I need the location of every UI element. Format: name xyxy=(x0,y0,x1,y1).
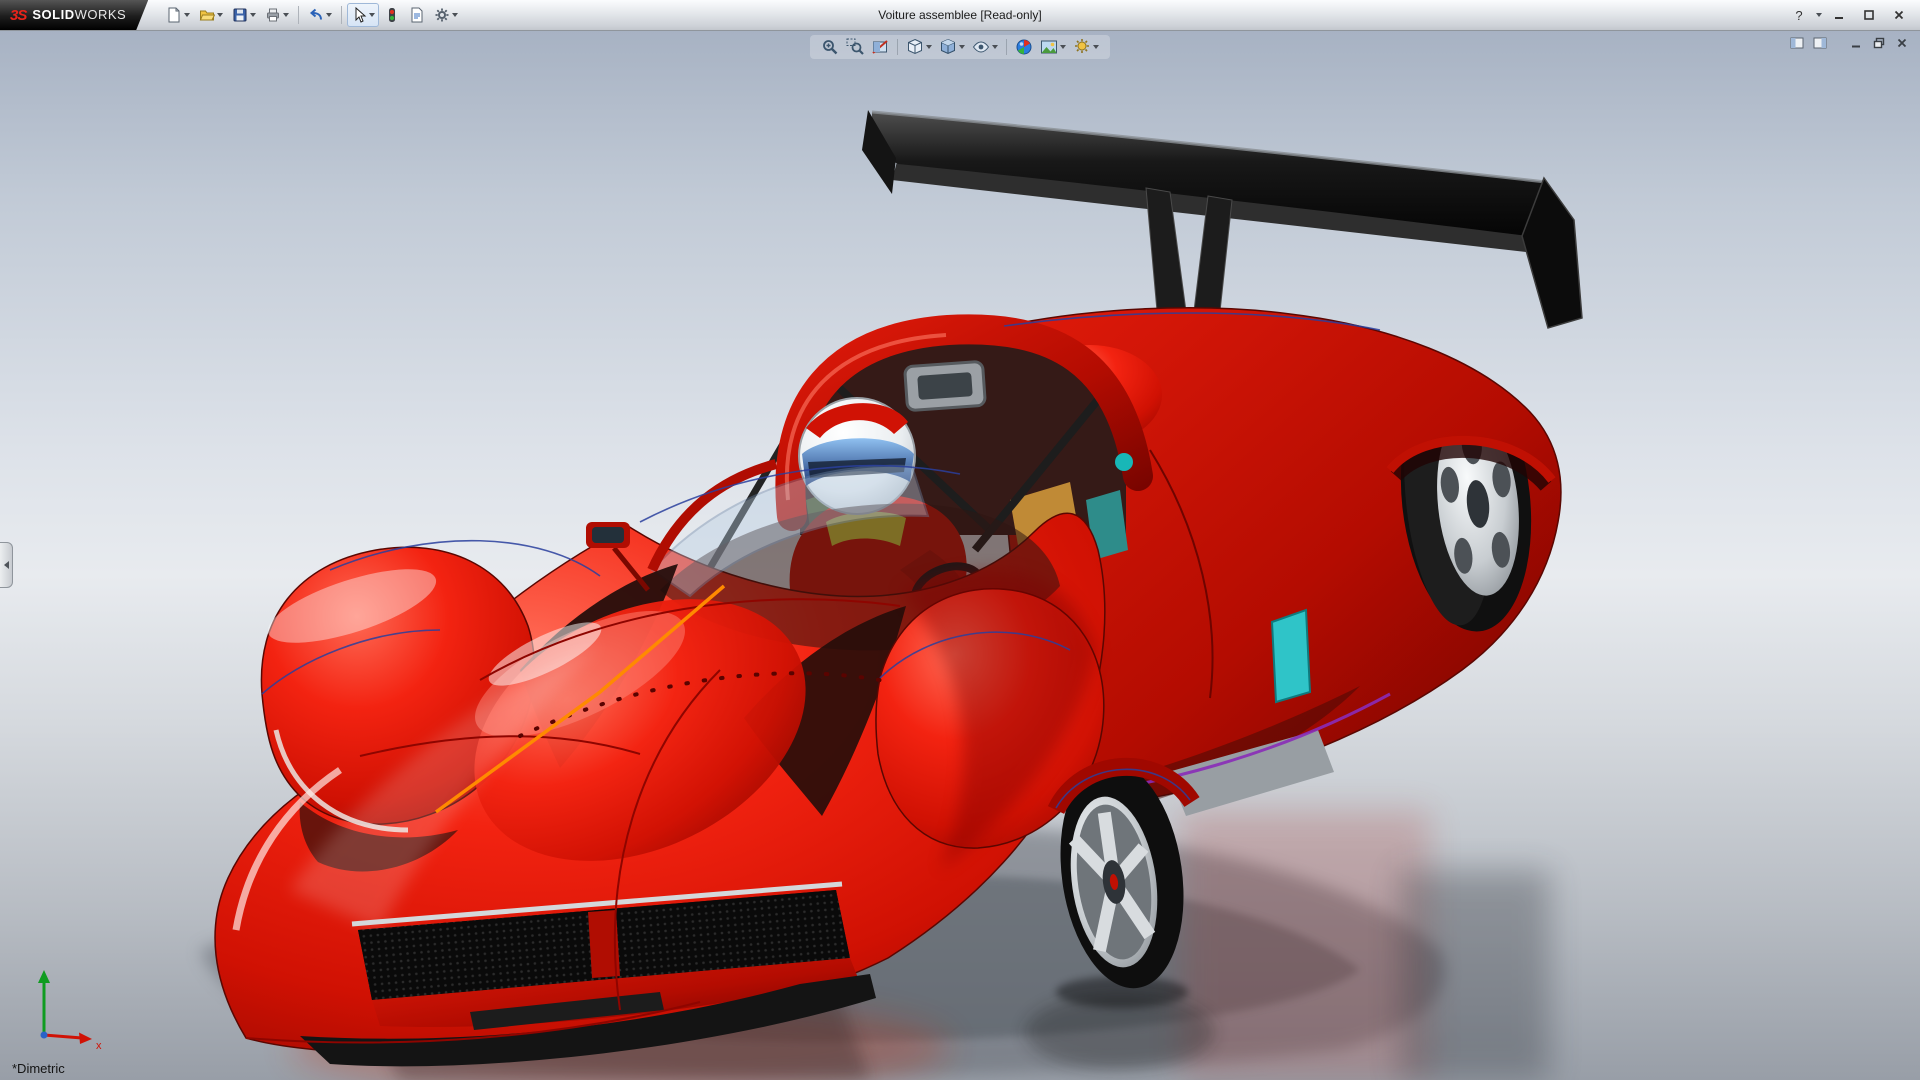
teal-fitting xyxy=(1115,453,1133,471)
window-titlebar: 3S SOLIDWORKS Voiture assemblee [Read-on… xyxy=(0,0,1920,31)
dropdown-caret-icon xyxy=(369,13,376,17)
dropdown-caret-icon xyxy=(184,13,191,17)
display-style-icon xyxy=(941,38,955,55)
restore-document-button[interactable] xyxy=(1869,34,1889,51)
logo-text: SOLIDWORKS xyxy=(32,7,127,22)
print-icon xyxy=(267,8,280,22)
print-button[interactable] xyxy=(261,3,293,27)
x-axis-arrow xyxy=(79,1032,92,1044)
help-button[interactable]: ? xyxy=(1786,5,1812,25)
side-window xyxy=(1270,608,1312,704)
edit-appearance-button[interactable] xyxy=(1013,37,1035,57)
undo-button[interactable] xyxy=(304,3,336,27)
window-title: Voiture assemblee [Read-only] xyxy=(878,8,1042,22)
minimize-icon xyxy=(1852,45,1860,47)
undo-icon xyxy=(310,8,323,20)
dropdown-caret-icon xyxy=(217,13,224,17)
view-settings-button[interactable] xyxy=(1071,37,1101,57)
select-cursor-icon xyxy=(355,7,367,23)
display-style-button[interactable] xyxy=(937,37,967,57)
dropdown-caret-icon xyxy=(452,13,459,17)
pane-toggle-left-button[interactable] xyxy=(1787,34,1807,51)
reference-triad: x xyxy=(38,970,102,1052)
gear-icon xyxy=(435,8,449,22)
minimize-window-button[interactable] xyxy=(1826,5,1852,25)
view-orientation-cube-icon xyxy=(908,38,922,55)
collapse-arrow-icon xyxy=(3,561,9,569)
close-document-button[interactable] xyxy=(1892,34,1912,51)
heads-up-view-toolbar xyxy=(810,35,1110,59)
save-icon xyxy=(233,8,247,22)
z-axis-dot xyxy=(40,1031,48,1039)
pane-left-icon xyxy=(1790,37,1804,48)
toolbar-separator xyxy=(298,6,300,24)
3d-model-view[interactable] xyxy=(0,30,1920,1080)
zoom-to-area-icon xyxy=(846,38,864,55)
save-button[interactable] xyxy=(228,3,260,27)
minimize-document-button[interactable] xyxy=(1846,34,1866,51)
file-properties-icon xyxy=(411,7,423,23)
open-folder-icon xyxy=(199,10,216,21)
hud-separator xyxy=(897,39,898,55)
apply-scene-icon xyxy=(1041,40,1057,54)
new-document-button[interactable] xyxy=(162,3,194,27)
dropdown-caret-icon xyxy=(1093,45,1099,49)
close-icon xyxy=(1897,38,1907,47)
window-controls: ? xyxy=(1786,5,1920,25)
view-settings-icon xyxy=(1075,39,1089,53)
zoom-to-area-button[interactable] xyxy=(844,37,866,57)
file-properties-button[interactable] xyxy=(405,3,429,27)
dropdown-caret-icon xyxy=(326,13,333,17)
y-axis-arrow xyxy=(38,970,50,983)
3ds-logo-icon: 3S xyxy=(10,6,27,24)
dropdown-caret-icon xyxy=(992,45,998,49)
zoom-to-fit-icon xyxy=(823,40,838,55)
hide-show-eye-icon xyxy=(972,41,990,53)
maximize-window-button[interactable] xyxy=(1856,5,1882,25)
dropdown-caret-icon xyxy=(283,13,290,17)
dropdown-caret-icon xyxy=(926,45,932,49)
toolbar-separator xyxy=(341,6,343,24)
dropdown-caret-icon xyxy=(1060,45,1066,49)
options-button[interactable] xyxy=(430,3,462,27)
zoom-to-fit-button[interactable] xyxy=(819,37,841,57)
minimize-icon xyxy=(1835,17,1843,19)
new-document-icon xyxy=(168,7,180,23)
dropdown-caret-icon xyxy=(959,45,965,49)
apply-scene-button[interactable] xyxy=(1038,37,1068,57)
pane-toggle-right-button[interactable] xyxy=(1810,34,1830,51)
section-view-icon xyxy=(872,40,888,54)
maximize-icon xyxy=(1864,10,1874,20)
hoop-intake-box xyxy=(903,360,987,412)
open-button[interactable] xyxy=(195,3,227,27)
rebuild-stoplight-icon xyxy=(389,8,396,22)
close-window-button[interactable] xyxy=(1886,5,1912,25)
view-orientation-label: *Dimetric xyxy=(12,1061,65,1076)
select-button[interactable] xyxy=(347,3,380,27)
x-axis-label: x xyxy=(96,1040,102,1052)
document-window-controls xyxy=(1787,34,1912,51)
graphics-area[interactable]: x *Dimetric xyxy=(0,30,1920,1080)
pane-right-icon xyxy=(1813,37,1827,48)
hud-separator xyxy=(1006,39,1007,55)
hide-show-items-button[interactable] xyxy=(970,37,1000,57)
view-orientation-button[interactable] xyxy=(904,37,934,57)
restore-icon xyxy=(1873,37,1885,48)
appearance-ball-icon xyxy=(1016,39,1032,55)
close-icon xyxy=(1894,10,1904,20)
panel-flyout-tab[interactable] xyxy=(0,542,13,588)
section-view-button[interactable] xyxy=(869,37,891,57)
dropdown-caret-icon xyxy=(250,13,257,17)
rebuild-button[interactable] xyxy=(380,3,404,27)
help-caret-icon xyxy=(1816,13,1822,17)
standard-toolbar xyxy=(162,3,462,27)
solidworks-logo: 3S SOLIDWORKS xyxy=(0,0,148,30)
